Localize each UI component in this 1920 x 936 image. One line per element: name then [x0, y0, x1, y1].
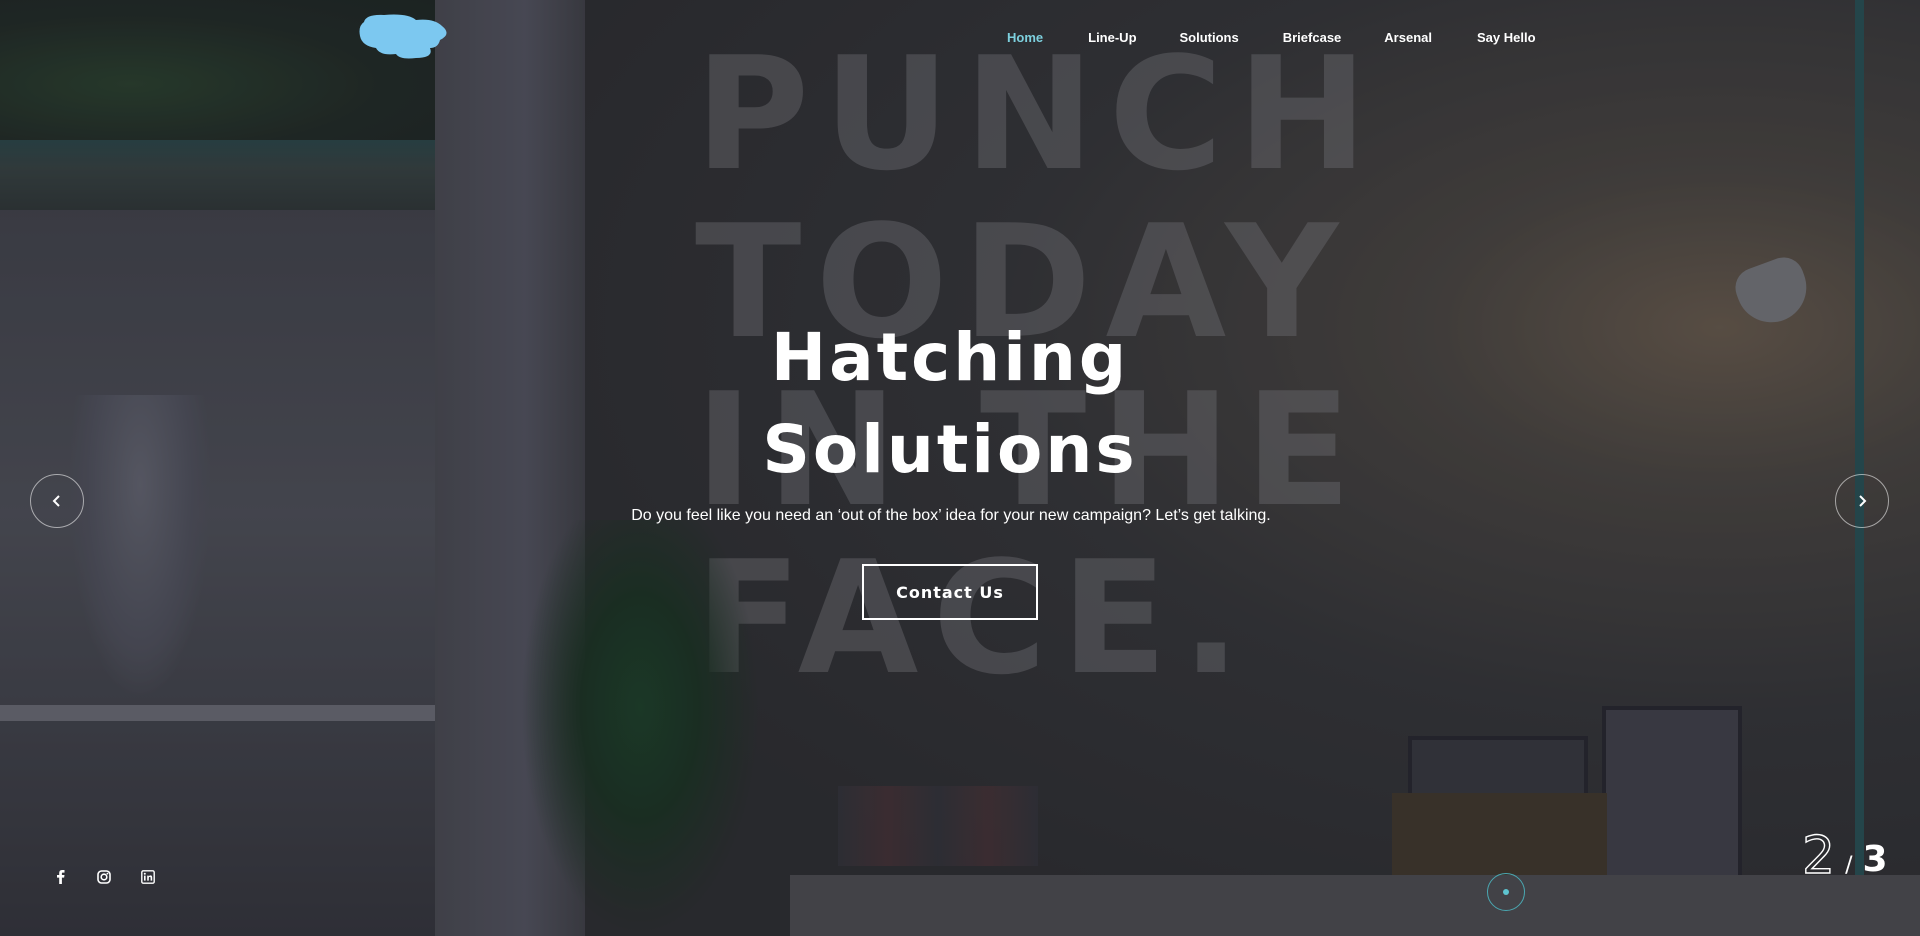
- scroll-dot: [1503, 889, 1509, 895]
- hero-headline: Hatching Solutions: [0, 312, 1900, 496]
- nav-item-say-hello[interactable]: Say Hello: [1477, 30, 1536, 50]
- nav-item-solutions[interactable]: Solutions: [1180, 30, 1239, 50]
- contact-us-button[interactable]: Contact Us: [862, 564, 1038, 620]
- chevron-right-icon: [1859, 495, 1867, 507]
- facebook-icon[interactable]: [52, 869, 68, 885]
- slide-counter: 2 / 3: [1801, 826, 1888, 886]
- logo-icon: [359, 14, 447, 59]
- logo[interactable]: [356, 12, 454, 60]
- slide-separator: /: [1845, 853, 1853, 878]
- hero-headline-line1: Hatching: [770, 319, 1130, 396]
- hero-headline-line2: Solutions: [762, 411, 1138, 488]
- slide-current: 2: [1801, 826, 1836, 886]
- instagram-icon[interactable]: [96, 869, 112, 885]
- nav-item-briefcase[interactable]: Briefcase: [1283, 30, 1342, 50]
- slider-prev-button[interactable]: [30, 474, 84, 528]
- main-nav: Home Line-Up Solutions Briefcase Arsenal…: [1007, 30, 1536, 50]
- social-links: [52, 869, 156, 885]
- slider-next-button[interactable]: [1835, 474, 1889, 528]
- nav-item-line-up[interactable]: Line-Up: [1088, 30, 1136, 50]
- slide-total: 3: [1862, 839, 1888, 880]
- nav-item-arsenal[interactable]: Arsenal: [1384, 30, 1432, 50]
- hero-section: PUNCH TODAY IN THE FACE. Home Line-Up So…: [0, 0, 1920, 936]
- hero-subtitle: Do you feel like you need an ‘out of the…: [631, 507, 1271, 524]
- nav-item-home[interactable]: Home: [1007, 30, 1043, 50]
- linkedin-icon[interactable]: [140, 869, 156, 885]
- scroll-down-indicator[interactable]: [1487, 873, 1525, 911]
- chevron-left-icon: [52, 495, 60, 507]
